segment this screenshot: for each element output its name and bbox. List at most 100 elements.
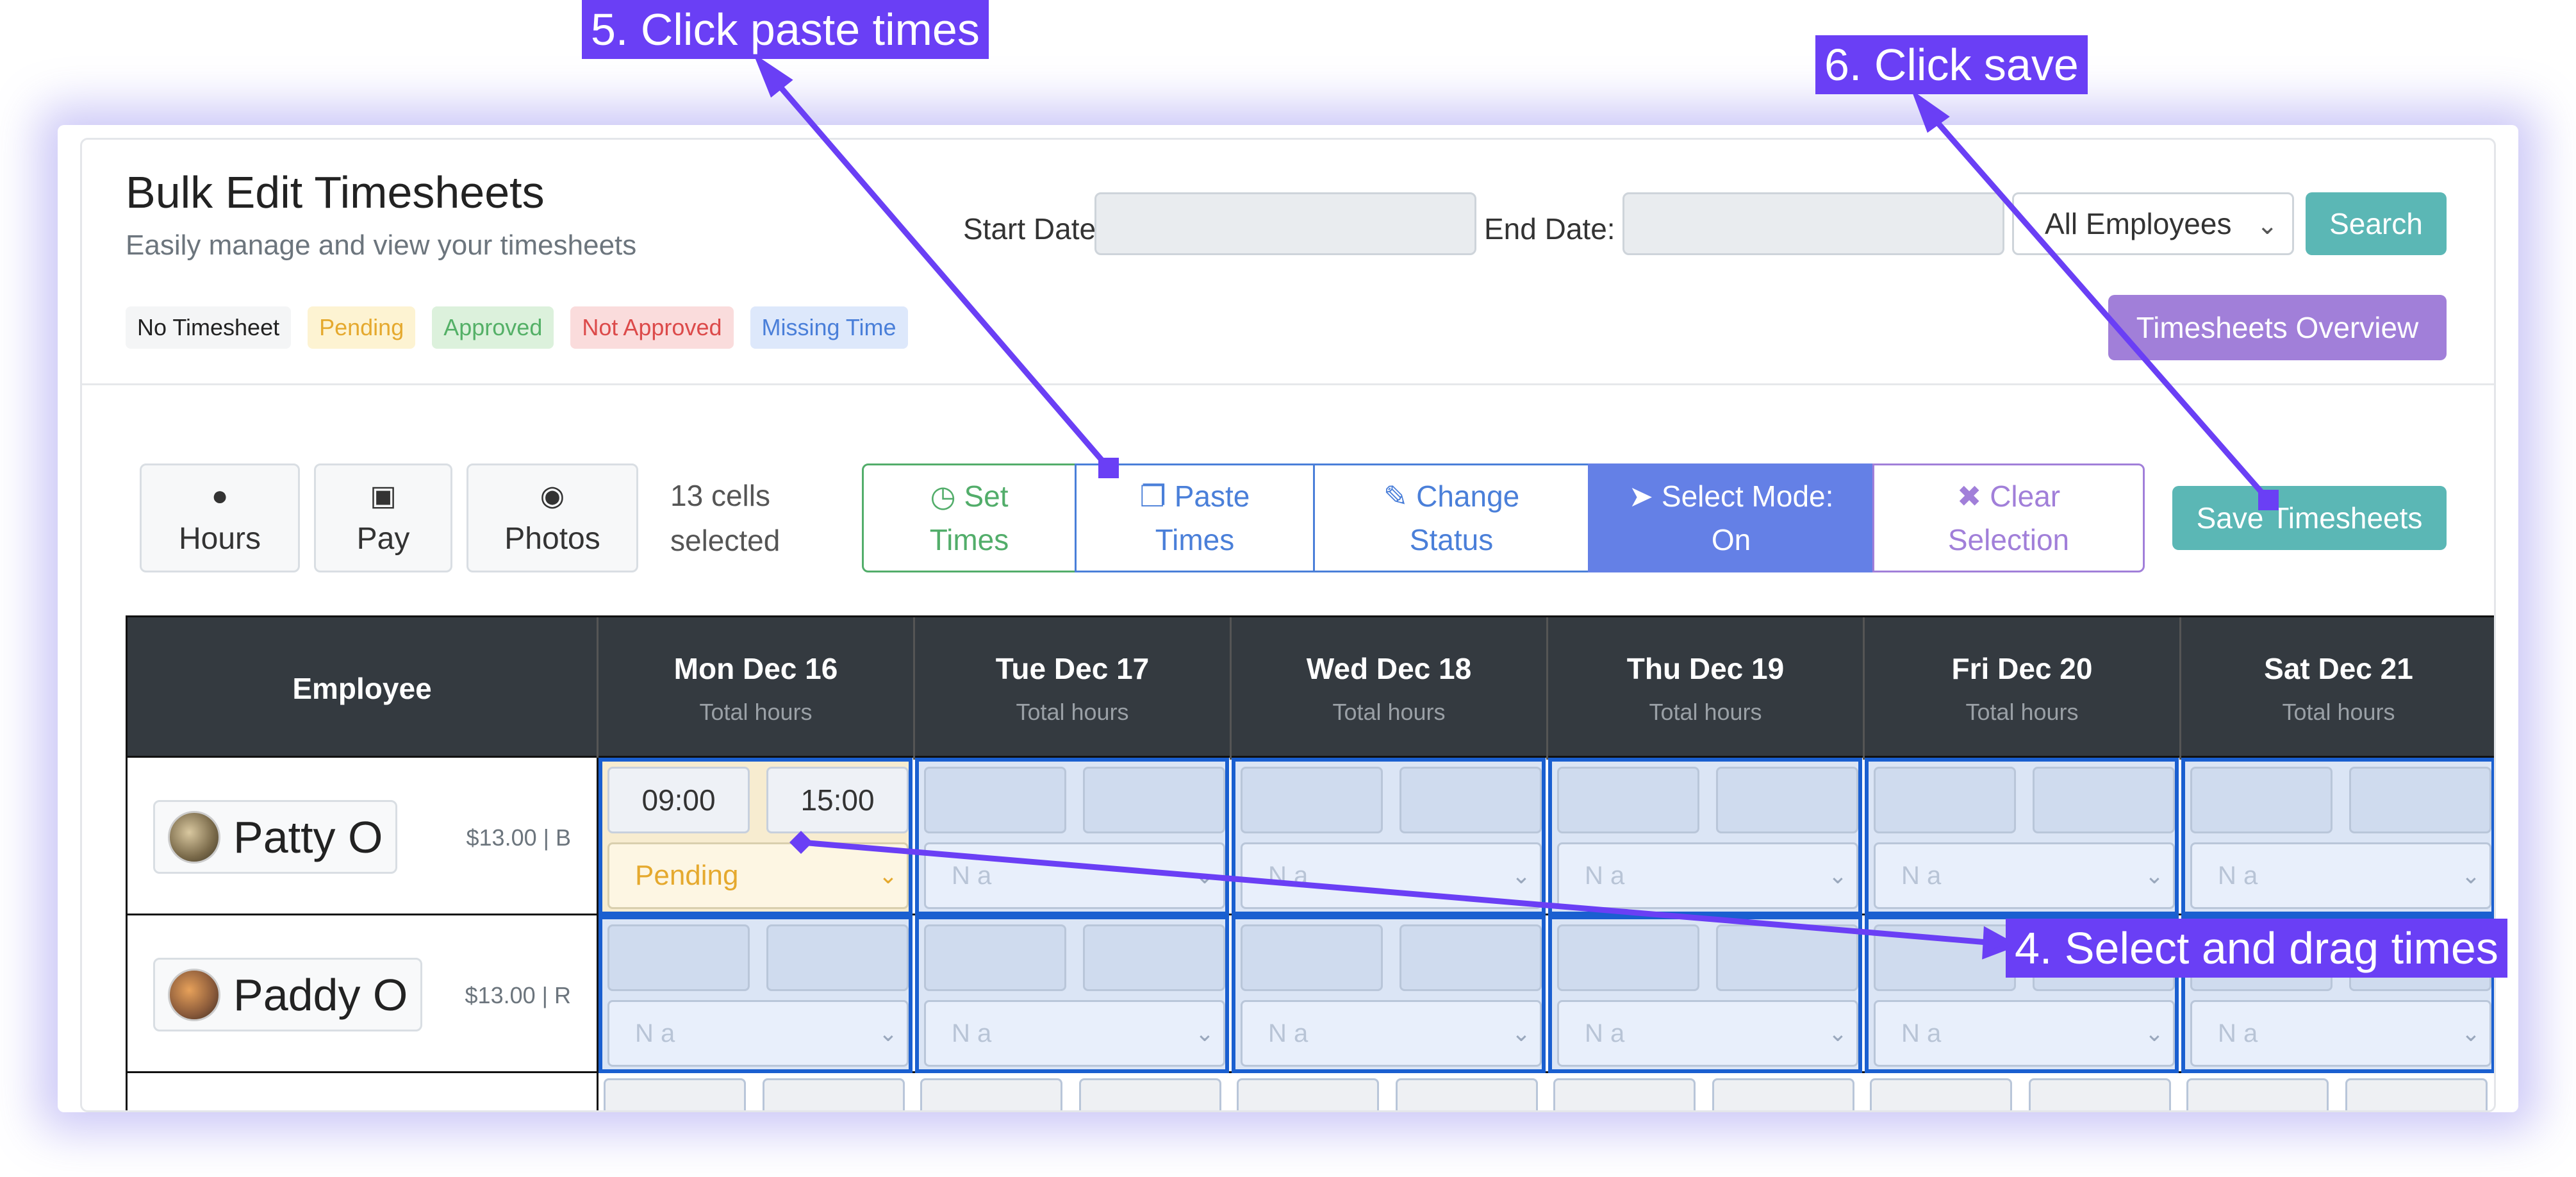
start-time-input[interactable]	[924, 767, 1066, 833]
start-time-input[interactable]	[1874, 924, 2016, 991]
set-times-button[interactable]: ◷ Set Times	[862, 463, 1077, 572]
employee-chip[interactable]: Paddy O	[153, 958, 423, 1031]
legend-no-timesheet: No Timesheet	[126, 306, 292, 349]
timesheet-cell[interactable]: N a ⌄	[1232, 758, 1546, 915]
timesheet-cell[interactable]: N a ⌄	[2181, 758, 2494, 915]
status-select[interactable]: Pending ⌄	[607, 842, 909, 909]
legend-missing-time: Missing Time	[750, 306, 908, 349]
pay-mode-button[interactable]: ▣ Pay	[314, 463, 452, 572]
employee-chip[interactable]: Patty O	[153, 800, 398, 874]
status-select[interactable]: N a ⌄	[607, 1000, 909, 1067]
timesheet-cell[interactable]	[915, 1073, 1229, 1110]
start-date-input[interactable]	[1094, 192, 1476, 255]
timesheet-cell[interactable]: N a ⌄	[599, 915, 912, 1073]
status-select[interactable]: N a ⌄	[1557, 842, 1858, 909]
legend-not-approved: Not Approved	[570, 306, 734, 349]
start-time-input[interactable]	[1557, 767, 1699, 833]
start-time-input[interactable]	[1237, 1078, 1379, 1110]
table-header: Employee Mon Dec 16 Total hours Tue Dec …	[126, 615, 2494, 760]
timesheet-cell[interactable]	[1865, 1073, 2179, 1110]
end-time-input[interactable]	[1083, 767, 1225, 833]
status-select[interactable]: N a ⌄	[1874, 842, 2175, 909]
status-select[interactable]: N a ⌄	[924, 1000, 1225, 1067]
chevron-down-icon: ⌄	[1194, 862, 1214, 889]
end-time-input[interactable]: 15:00	[766, 767, 909, 833]
change-status-label-1: Change	[1416, 480, 1520, 513]
clear-selection-button[interactable]: ✖ Clear Selection	[1872, 463, 2145, 572]
start-time-input[interactable]	[2186, 1078, 2329, 1110]
status-select[interactable]: N a ⌄	[2190, 1000, 2491, 1067]
start-time-input[interactable]	[604, 1078, 746, 1110]
select-mode-label-2: On	[1711, 523, 1751, 556]
timesheet-cell[interactable]: N a ⌄	[915, 758, 1229, 915]
day-label: Wed Dec 18	[1306, 652, 1472, 685]
pay-rate: $13.00 | R	[465, 982, 571, 1008]
start-time-input[interactable]	[920, 1078, 1062, 1110]
timesheet-cell[interactable]: 09:00 15:00 Pending ⌄	[599, 758, 912, 915]
paste-times-button[interactable]: ❐ Paste Times	[1075, 463, 1315, 572]
start-time-input[interactable]	[1241, 924, 1383, 991]
status-select[interactable]: N a ⌄	[2190, 842, 2491, 909]
day-header-thu: Thu Dec 19 Total hours	[1548, 617, 1865, 760]
tutorial-screenshot: Bulk Edit Timesheets Easily manage and v…	[0, 0, 2576, 1177]
status-select[interactable]: N a ⌄	[924, 842, 1225, 909]
timesheet-cell[interactable]	[599, 1073, 912, 1110]
end-time-input[interactable]	[1399, 924, 1542, 991]
end-time-input[interactable]	[1396, 1078, 1538, 1110]
start-time-input[interactable]	[1553, 1078, 1696, 1110]
start-time-input[interactable]	[607, 924, 750, 991]
start-time-input[interactable]	[1557, 924, 1699, 991]
close-icon: ✖	[1956, 480, 1982, 513]
end-time-input[interactable]	[763, 1078, 905, 1110]
start-time-input[interactable]	[1874, 767, 2016, 833]
timesheet-cell[interactable]: N a ⌄	[1548, 915, 1862, 1073]
timesheet-cell[interactable]	[1548, 1073, 1862, 1110]
start-time-input[interactable]	[924, 924, 1066, 991]
callout-save: 6. Click save	[1815, 35, 2088, 94]
timesheets-overview-button[interactable]: Timesheets Overview	[2108, 295, 2447, 360]
avatar	[168, 810, 220, 864]
timesheet-cell[interactable]: N a ⌄	[915, 915, 1229, 1073]
search-button[interactable]: Search	[2306, 192, 2447, 255]
arrow-head-save	[1911, 90, 1950, 133]
status-select[interactable]: N a ⌄	[1874, 1000, 2175, 1067]
end-time-input[interactable]	[2345, 1078, 2488, 1110]
start-time-input[interactable]: 09:00	[607, 767, 750, 833]
status-select[interactable]: N a ⌄	[1241, 1000, 1542, 1067]
status-value: N a	[952, 1019, 992, 1048]
status-select[interactable]: N a ⌄	[1241, 842, 1542, 909]
end-time-input[interactable]	[2029, 1078, 2171, 1110]
status-value: N a	[1901, 1019, 1942, 1048]
timesheet-cell[interactable]	[1232, 1073, 1546, 1110]
end-date-input[interactable]	[1622, 192, 2004, 255]
start-time-input[interactable]	[1870, 1078, 2012, 1110]
chevron-down-icon: ⌄	[1828, 1020, 1847, 1046]
day-sub-label: Total hours	[1649, 699, 1762, 725]
timesheet-cell[interactable]	[2181, 1073, 2494, 1110]
start-time-input[interactable]	[2190, 767, 2332, 833]
end-time-input[interactable]	[1083, 924, 1225, 991]
end-time-input[interactable]	[1399, 767, 1542, 833]
change-status-button[interactable]: ✎ Change Status	[1313, 463, 1590, 572]
day-header-tue: Tue Dec 17 Total hours	[915, 617, 1232, 760]
end-time-input[interactable]	[766, 924, 909, 991]
photos-mode-button[interactable]: ◉ Photos	[466, 463, 638, 572]
change-status-label-2: Status	[1409, 523, 1494, 556]
callout-paste-times: 5. Click paste times	[582, 0, 989, 59]
status-select[interactable]: N a ⌄	[1557, 1000, 1858, 1067]
end-time-input[interactable]	[1716, 767, 1858, 833]
end-time-input[interactable]	[2033, 767, 2175, 833]
hours-mode-button[interactable]: ● Hours	[140, 463, 300, 572]
save-timesheets-button[interactable]: Save Timesheets	[2172, 486, 2447, 550]
end-time-input[interactable]	[2349, 767, 2491, 833]
end-time-input[interactable]	[1079, 1078, 1221, 1110]
timesheet-cell[interactable]: N a ⌄	[1232, 915, 1546, 1073]
timesheet-cell[interactable]: N a ⌄	[1865, 758, 2179, 915]
chevron-down-icon: ⌄	[2144, 1020, 2164, 1046]
start-time-input[interactable]	[1241, 767, 1383, 833]
select-mode-button[interactable]: ➤ Select Mode: On	[1588, 463, 1874, 572]
end-time-input[interactable]	[1712, 1078, 1854, 1110]
end-time-input[interactable]	[1716, 924, 1858, 991]
employee-select[interactable]: All Employees ⌄	[2012, 192, 2294, 255]
timesheet-cell[interactable]: N a ⌄	[1548, 758, 1862, 915]
